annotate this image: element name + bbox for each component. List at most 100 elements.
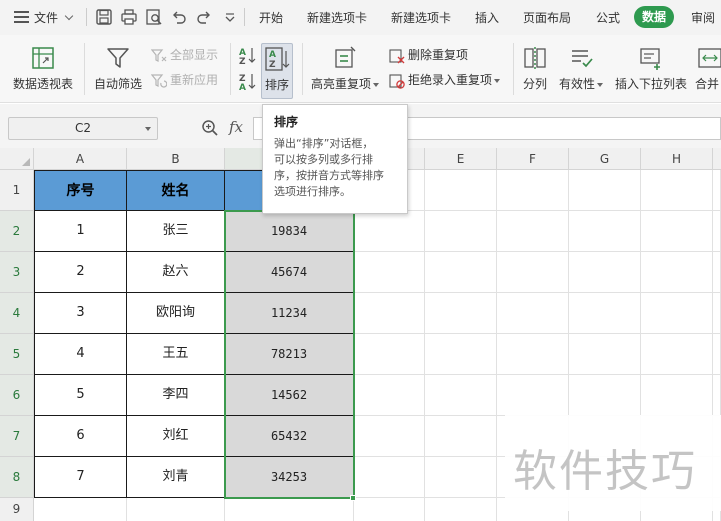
select-all-corner[interactable] bbox=[0, 148, 34, 170]
table-cell[interactable]: 3 bbox=[34, 293, 127, 334]
table-cell[interactable] bbox=[425, 457, 497, 498]
validity-button[interactable]: 有效性 bbox=[557, 45, 605, 92]
table-cell[interactable] bbox=[569, 170, 641, 211]
column-header-g[interactable]: G bbox=[569, 148, 641, 170]
table-cell[interactable] bbox=[641, 375, 713, 416]
insert-dropdown-list-button[interactable]: 插入下拉列表 bbox=[613, 45, 689, 92]
table-cell[interactable] bbox=[354, 416, 425, 457]
name-box[interactable]: C2 bbox=[8, 117, 158, 140]
table-cell[interactable] bbox=[354, 211, 425, 252]
table-cell[interactable] bbox=[354, 375, 425, 416]
tab-new-1[interactable]: 新建选项卡 bbox=[307, 9, 367, 26]
table-cell[interactable] bbox=[225, 498, 354, 521]
table-cell[interactable]: 张三 bbox=[127, 211, 225, 252]
merge-button[interactable]: 合并 bbox=[695, 45, 721, 92]
table-cell[interactable]: 78213 bbox=[225, 334, 354, 375]
customize-toolbar-icon[interactable] bbox=[221, 8, 239, 26]
file-menu[interactable]: 文件 bbox=[34, 9, 58, 26]
table-cell[interactable] bbox=[641, 293, 713, 334]
table-cell[interactable]: 2 bbox=[34, 252, 127, 293]
table-cell[interactable] bbox=[497, 211, 569, 252]
hamburger-menu-icon[interactable] bbox=[14, 11, 29, 23]
row-header-6[interactable]: 6 bbox=[0, 375, 34, 416]
table-cell[interactable] bbox=[34, 498, 127, 521]
table-cell[interactable] bbox=[354, 334, 425, 375]
table-cell[interactable]: 李四 bbox=[127, 375, 225, 416]
table-cell[interactable] bbox=[713, 211, 721, 252]
table-cell[interactable] bbox=[425, 170, 497, 211]
table-cell[interactable]: 刘青 bbox=[127, 457, 225, 498]
table-cell[interactable]: 34253 bbox=[225, 457, 354, 498]
column-header-f[interactable]: F bbox=[497, 148, 569, 170]
sort-descending-icon[interactable]: ZA bbox=[238, 71, 256, 93]
table-cell[interactable] bbox=[713, 375, 721, 416]
table-cell[interactable] bbox=[497, 375, 569, 416]
fill-handle[interactable] bbox=[350, 495, 356, 501]
tab-formulas[interactable]: 公式 bbox=[596, 9, 620, 26]
header-cell-name[interactable]: 姓名 bbox=[127, 170, 225, 211]
table-cell[interactable]: 王五 bbox=[127, 334, 225, 375]
table-cell[interactable] bbox=[127, 498, 225, 521]
table-cell[interactable] bbox=[354, 293, 425, 334]
row-header-5[interactable]: 5 bbox=[0, 334, 34, 375]
sort-button[interactable]: AZ 排序 bbox=[261, 43, 293, 99]
table-cell[interactable] bbox=[425, 211, 497, 252]
table-cell[interactable] bbox=[354, 498, 425, 521]
print-preview-icon[interactable] bbox=[145, 8, 163, 26]
row-header-2[interactable]: 2 bbox=[0, 211, 34, 252]
tab-data[interactable]: 数据 bbox=[634, 6, 675, 28]
tab-new-2[interactable]: 新建选项卡 bbox=[391, 9, 451, 26]
table-cell[interactable]: 19834 bbox=[225, 211, 354, 252]
table-cell[interactable]: 欧阳询 bbox=[127, 293, 225, 334]
table-cell[interactable] bbox=[569, 375, 641, 416]
table-cell[interactable] bbox=[425, 375, 497, 416]
table-cell[interactable]: 刘红 bbox=[127, 416, 225, 457]
table-cell[interactable] bbox=[641, 334, 713, 375]
table-cell[interactable]: 14562 bbox=[225, 375, 354, 416]
tab-home[interactable]: 开始 bbox=[259, 9, 283, 26]
table-cell[interactable] bbox=[497, 293, 569, 334]
table-cell[interactable]: 6 bbox=[34, 416, 127, 457]
chevron-down-icon[interactable] bbox=[64, 11, 74, 21]
table-cell[interactable]: 7 bbox=[34, 457, 127, 498]
table-cell[interactable] bbox=[713, 334, 721, 375]
table-cell[interactable] bbox=[713, 293, 721, 334]
redo-icon[interactable] bbox=[195, 8, 213, 26]
table-cell[interactable]: 5 bbox=[34, 375, 127, 416]
table-cell[interactable] bbox=[425, 252, 497, 293]
table-cell[interactable] bbox=[354, 252, 425, 293]
header-cell-serial[interactable]: 序号 bbox=[34, 170, 127, 211]
table-cell[interactable]: 赵六 bbox=[127, 252, 225, 293]
table-cell[interactable]: 11234 bbox=[225, 293, 354, 334]
column-header-e[interactable]: E bbox=[425, 148, 497, 170]
table-cell[interactable] bbox=[354, 457, 425, 498]
table-cell[interactable] bbox=[497, 170, 569, 211]
print-icon[interactable] bbox=[120, 8, 138, 26]
zoom-icon[interactable] bbox=[201, 119, 219, 137]
table-cell[interactable] bbox=[497, 252, 569, 293]
row-header-7[interactable]: 7 bbox=[0, 416, 34, 457]
table-cell[interactable] bbox=[713, 170, 721, 211]
row-header-4[interactable]: 4 bbox=[0, 293, 34, 334]
column-header-b[interactable]: B bbox=[127, 148, 225, 170]
column-header-h[interactable]: H bbox=[641, 148, 713, 170]
column-header-a[interactable]: A bbox=[34, 148, 127, 170]
tab-page-layout[interactable]: 页面布局 bbox=[523, 9, 571, 26]
table-cell[interactable] bbox=[641, 211, 713, 252]
table-cell[interactable] bbox=[425, 498, 497, 521]
undo-icon[interactable] bbox=[170, 8, 188, 26]
table-cell[interactable] bbox=[497, 334, 569, 375]
table-cell[interactable]: 65432 bbox=[225, 416, 354, 457]
row-header-1[interactable]: 1 bbox=[0, 170, 34, 211]
table-cell[interactable] bbox=[425, 334, 497, 375]
highlight-duplicates-button[interactable]: 高亮重复项 bbox=[309, 45, 381, 92]
reapply-button[interactable]: 重新应用 bbox=[151, 71, 218, 89]
auto-filter-button[interactable]: 自动筛选 bbox=[92, 45, 144, 92]
table-cell[interactable] bbox=[641, 170, 713, 211]
table-cell[interactable]: 4 bbox=[34, 334, 127, 375]
row-header-3[interactable]: 3 bbox=[0, 252, 34, 293]
chevron-down-icon[interactable] bbox=[145, 127, 151, 131]
table-cell[interactable] bbox=[569, 252, 641, 293]
sort-ascending-icon[interactable]: AZ bbox=[238, 45, 256, 67]
table-cell[interactable] bbox=[425, 293, 497, 334]
